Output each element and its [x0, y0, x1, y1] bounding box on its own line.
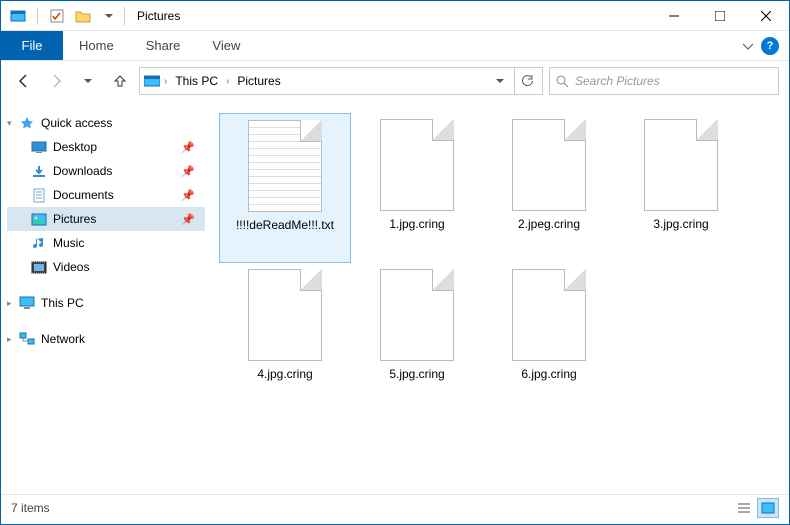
icons-view-button[interactable]	[757, 498, 779, 518]
nav-item-downloads[interactable]: Downloads 📌	[7, 159, 205, 183]
ribbon-expand-icon[interactable]	[743, 41, 753, 51]
navigation-row: › This PC › Pictures	[1, 61, 789, 101]
file-icon	[248, 269, 322, 361]
nav-label: Desktop	[53, 140, 97, 154]
status-bar: 7 items	[1, 494, 789, 520]
file-name: 1.jpg.cring	[389, 217, 444, 233]
navigation-pane: ▾ Quick access Desktop📌Downloads📌Documen…	[1, 101, 211, 494]
nav-quick-access[interactable]: ▾ Quick access	[7, 111, 205, 135]
refresh-button[interactable]	[514, 68, 538, 94]
breadcrumb-item[interactable]: This PC	[171, 72, 222, 90]
nav-network[interactable]: ▸ Network	[7, 327, 205, 351]
file-item[interactable]: 3.jpg.cring	[615, 113, 747, 263]
nav-item-desktop[interactable]: Desktop 📌	[7, 135, 205, 159]
quick-access-toolbar	[7, 5, 120, 27]
address-dropdown-icon[interactable]	[490, 77, 510, 85]
network-icon	[19, 331, 35, 347]
star-icon	[19, 115, 35, 131]
music-icon	[31, 235, 47, 251]
maximize-button[interactable]	[697, 1, 743, 31]
details-view-button[interactable]	[733, 498, 755, 518]
desktop-icon	[31, 139, 47, 155]
file-name: 2.jpeg.cring	[518, 217, 580, 233]
file-name: 4.jpg.cring	[257, 367, 312, 383]
nav-this-pc[interactable]: ▸ This PC	[7, 291, 205, 315]
file-name: !!!!deReadMe!!!.txt	[236, 218, 334, 234]
help-button[interactable]: ?	[761, 37, 779, 55]
file-item[interactable]: 2.jpeg.cring	[483, 113, 615, 263]
up-button[interactable]	[107, 68, 133, 94]
pin-icon: 📌	[181, 165, 195, 178]
separator	[37, 7, 38, 25]
pin-icon: 📌	[181, 141, 195, 154]
chevron-down-icon[interactable]: ▾	[7, 118, 12, 129]
documents-icon	[31, 187, 47, 203]
forward-button[interactable]	[43, 68, 69, 94]
file-icon	[380, 119, 454, 211]
nav-label: Network	[41, 332, 85, 346]
nav-label: This PC	[41, 296, 84, 310]
pictures-icon	[31, 211, 47, 227]
tab-view[interactable]: View	[196, 31, 256, 60]
back-button[interactable]	[11, 68, 37, 94]
nav-label: Pictures	[53, 212, 96, 226]
chevron-right-icon[interactable]: ›	[164, 76, 167, 87]
tab-home[interactable]: Home	[63, 31, 130, 60]
file-name: 6.jpg.cring	[521, 367, 576, 383]
chevron-right-icon[interactable]: ▸	[7, 334, 12, 345]
file-list[interactable]: !!!!deReadMe!!!.txt 1.jpg.cring 2.jpeg.cri…	[211, 101, 789, 494]
ribbon: File Home Share View ?	[1, 31, 789, 61]
new-folder-icon[interactable]	[72, 5, 94, 27]
file-item[interactable]: 1.jpg.cring	[351, 113, 483, 263]
file-icon	[644, 119, 718, 211]
window-controls	[651, 1, 789, 31]
computer-icon	[19, 295, 35, 311]
file-item[interactable]: !!!!deReadMe!!!.txt	[219, 113, 351, 263]
nav-label: Quick access	[41, 116, 112, 130]
chevron-right-icon[interactable]: ›	[226, 76, 229, 87]
qat-dropdown-icon[interactable]	[98, 5, 120, 27]
nav-item-music[interactable]: Music	[7, 231, 205, 255]
pin-icon: 📌	[181, 213, 195, 226]
properties-icon[interactable]	[46, 5, 68, 27]
app-icon[interactable]	[7, 5, 29, 27]
file-item[interactable]: 5.jpg.cring	[351, 263, 483, 413]
file-icon	[512, 119, 586, 211]
nav-label: Videos	[53, 260, 89, 274]
file-item[interactable]: 4.jpg.cring	[219, 263, 351, 413]
recent-locations-button[interactable]	[75, 68, 101, 94]
close-button[interactable]	[743, 1, 789, 31]
address-bar[interactable]: › This PC › Pictures	[139, 67, 543, 95]
nav-item-videos[interactable]: Videos	[7, 255, 205, 279]
file-icon	[512, 269, 586, 361]
breadcrumb-item[interactable]: Pictures	[233, 72, 284, 90]
item-count: 7 items	[11, 501, 50, 515]
pin-icon: 📌	[181, 189, 195, 202]
nav-label: Documents	[53, 188, 114, 202]
location-icon	[144, 73, 160, 89]
file-tab[interactable]: File	[1, 31, 63, 60]
nav-item-pictures[interactable]: Pictures 📌	[7, 207, 205, 231]
downloads-icon	[31, 163, 47, 179]
tab-share[interactable]: Share	[130, 31, 197, 60]
separator	[124, 7, 125, 25]
nav-label: Downloads	[53, 164, 112, 178]
chevron-right-icon[interactable]: ▸	[7, 298, 12, 309]
file-icon	[248, 120, 322, 212]
search-input[interactable]	[575, 74, 772, 88]
file-icon	[380, 269, 454, 361]
file-name: 5.jpg.cring	[389, 367, 444, 383]
search-icon	[556, 75, 569, 88]
minimize-button[interactable]	[651, 1, 697, 31]
search-box[interactable]	[549, 67, 779, 95]
window-title: Pictures	[137, 9, 180, 23]
videos-icon	[31, 259, 47, 275]
titlebar: Pictures	[1, 1, 789, 31]
nav-item-documents[interactable]: Documents 📌	[7, 183, 205, 207]
file-name: 3.jpg.cring	[653, 217, 708, 233]
file-item[interactable]: 6.jpg.cring	[483, 263, 615, 413]
nav-label: Music	[53, 236, 84, 250]
